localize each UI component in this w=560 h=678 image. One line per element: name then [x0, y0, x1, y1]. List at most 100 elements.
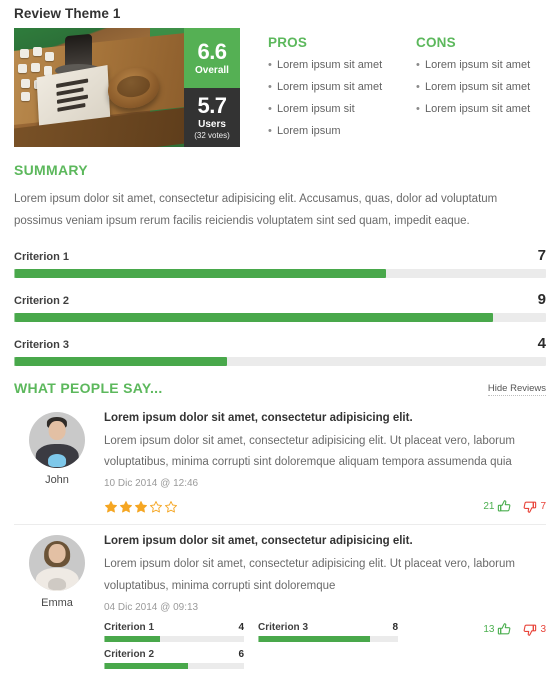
cons-list: Lorem ipsum sit ametLorem ipsum sit amet… — [416, 60, 546, 126]
review-author-name: John — [45, 473, 69, 486]
star-empty-icon[interactable] — [149, 500, 163, 514]
criterion-head: Criterion 3 4 — [14, 335, 546, 352]
review-criterion-bar — [104, 662, 244, 669]
review-title: Lorem ipsum dolor sit amet, consectetur … — [104, 411, 413, 424]
review-item: John Lorem ipsum dolor sit amet, consecte… — [14, 402, 546, 515]
review-criterion-name: Criterion 3 — [258, 621, 309, 633]
summary-title: SUMMARY — [14, 162, 88, 178]
review-author-block: John — [14, 411, 100, 515]
review-criteria: Criterion 1 4 Criterion 2 6 Criterion 3 8 — [104, 622, 404, 676]
avatar — [29, 535, 85, 592]
page-title: Review Theme 1 — [14, 6, 121, 21]
users-score[interactable]: 5.7 Users (32 votes) — [184, 88, 240, 147]
overall-score: 6.6 Overall — [184, 28, 240, 88]
score-box: 6.6 Overall 5.7 Users (32 votes) — [184, 28, 240, 147]
vote-down-count: 3 — [540, 623, 546, 635]
review-page: Review Theme 1 6.6 Overall 5.7 Users (32… — [0, 0, 560, 678]
overall-score-label: Overall — [195, 64, 229, 76]
criterion-value: 4 — [537, 334, 546, 352]
review-text: Lorem ipsum dolor sit amet, consectetur … — [104, 434, 515, 469]
users-votes-count: (32 votes) — [194, 131, 230, 140]
review-author-name: Emma — [41, 597, 73, 610]
criterion-name: Criterion 2 — [14, 294, 70, 307]
star-empty-icon[interactable] — [164, 500, 178, 514]
review-criterion-head: Criterion 2 6 — [104, 649, 244, 660]
vote-down[interactable]: 3 — [522, 622, 546, 637]
criterion-name: Criterion 1 — [14, 250, 70, 263]
cons-item: Lorem ipsum sit amet — [416, 82, 546, 104]
thumbs-down-icon[interactable] — [522, 499, 537, 514]
criterion-row: Criterion 2 9 — [14, 291, 546, 322]
review-criteria-column: Criterion 3 8 — [258, 622, 398, 676]
review-criteria-column: Criterion 1 4 Criterion 2 6 — [104, 622, 244, 676]
vote-down-count: 7 — [540, 501, 546, 513]
overall-score-value: 6.6 — [197, 38, 227, 64]
pros-column: PROS Lorem ipsum sit ametLorem ipsum sit… — [268, 35, 398, 148]
summary-text: Lorem ipsum dolor sit amet, consectetur … — [14, 193, 498, 228]
review-footer: 21 7 — [104, 499, 546, 514]
vote-up-count: 21 — [483, 501, 495, 513]
review-body: Lorem ipsum dolor sit amet, consectetur … — [100, 535, 546, 676]
thumbs-down-icon[interactable] — [522, 622, 537, 637]
review-body: Lorem ipsum dolor sit amet, consectetur … — [100, 412, 546, 515]
star-filled-icon[interactable] — [134, 500, 148, 514]
criterion-bar — [14, 268, 546, 278]
review-criterion-value: 4 — [238, 621, 244, 633]
criterion-bar-fill — [14, 356, 227, 366]
review-votes: 13 3 — [483, 622, 546, 637]
featured-media: 6.6 Overall 5.7 Users (32 votes) — [14, 28, 240, 147]
pros-item: Lorem ipsum — [268, 126, 398, 148]
pros-item: Lorem ipsum sit — [268, 104, 398, 126]
review-criterion-bar — [258, 635, 398, 642]
pros-list: Lorem ipsum sit ametLorem ipsum sit amet… — [268, 60, 398, 148]
criterion-bar — [14, 312, 546, 322]
cons-column: CONS Lorem ipsum sit ametLorem ipsum sit… — [398, 35, 546, 148]
review-criterion-bar-fill — [258, 635, 370, 642]
review-criterion: Criterion 1 4 — [104, 622, 244, 642]
review-criterion: Criterion 2 6 — [104, 649, 244, 669]
criterion-head: Criterion 1 7 — [14, 247, 546, 264]
review-item: Emma Lorem ipsum dolor sit amet, consecte… — [14, 524, 546, 676]
reviews-title: WHAT PEOPLE SAY... — [14, 379, 163, 396]
review-text: Lorem ipsum dolor sit amet, consectetur … — [104, 558, 515, 592]
vote-down[interactable]: 7 — [522, 499, 546, 514]
star-filled-icon[interactable] — [119, 500, 133, 514]
criterion-head: Criterion 2 9 — [14, 291, 546, 308]
review-criterion-value: 6 — [238, 648, 244, 660]
review-criterion-name: Criterion 2 — [104, 648, 155, 660]
criterion-value: 7 — [537, 246, 546, 264]
cons-title: CONS — [416, 35, 456, 50]
review-criterion-bar-fill — [104, 635, 160, 642]
review-footer: Criterion 1 4 Criterion 2 6 Criterion 3 8 13 3 — [104, 622, 546, 676]
review-criterion-bar-fill — [104, 662, 188, 669]
criterion-row: Criterion 3 4 — [14, 335, 546, 366]
pros-cons: PROS Lorem ipsum sit ametLorem ipsum sit… — [240, 28, 546, 148]
review-votes: 21 7 — [483, 499, 546, 514]
pros-item: Lorem ipsum sit amet — [268, 60, 398, 82]
vote-up[interactable]: 21 — [483, 499, 512, 514]
review-date: 04 Dic 2014 @ 09:13 — [104, 601, 199, 613]
review-criterion-name: Criterion 1 — [104, 621, 155, 633]
cons-item: Lorem ipsum sit amet — [416, 104, 546, 126]
review-criterion-head: Criterion 3 8 — [258, 622, 398, 633]
thumbs-up-icon[interactable] — [497, 622, 512, 637]
cons-item: Lorem ipsum sit amet — [416, 60, 546, 82]
criterion-bar — [14, 356, 546, 366]
criterion-name: Criterion 3 — [14, 338, 70, 351]
review-author-block: Emma — [14, 535, 100, 676]
vote-up-count: 13 — [483, 623, 495, 635]
star-filled-icon[interactable] — [104, 500, 118, 514]
review-header-block: 6.6 Overall 5.7 Users (32 votes) PROS Lo… — [14, 28, 546, 148]
vote-up[interactable]: 13 — [483, 622, 512, 637]
review-criterion: Criterion 3 8 — [258, 622, 398, 642]
review-rating-stars[interactable] — [104, 500, 178, 514]
thumbs-up-icon[interactable] — [497, 499, 512, 514]
users-score-label: Users — [198, 119, 226, 130]
criterion-bar-fill — [14, 268, 387, 278]
review-title: Lorem ipsum dolor sit amet, consectetur … — [104, 535, 413, 548]
review-criterion-head: Criterion 1 4 — [104, 622, 244, 633]
review-criterion-value: 8 — [392, 621, 398, 633]
pros-item: Lorem ipsum sit amet — [268, 82, 398, 104]
hide-reviews-toggle[interactable]: Hide Reviews — [487, 383, 546, 396]
review-date: 10 Dic 2014 @ 12:46 — [104, 478, 199, 490]
